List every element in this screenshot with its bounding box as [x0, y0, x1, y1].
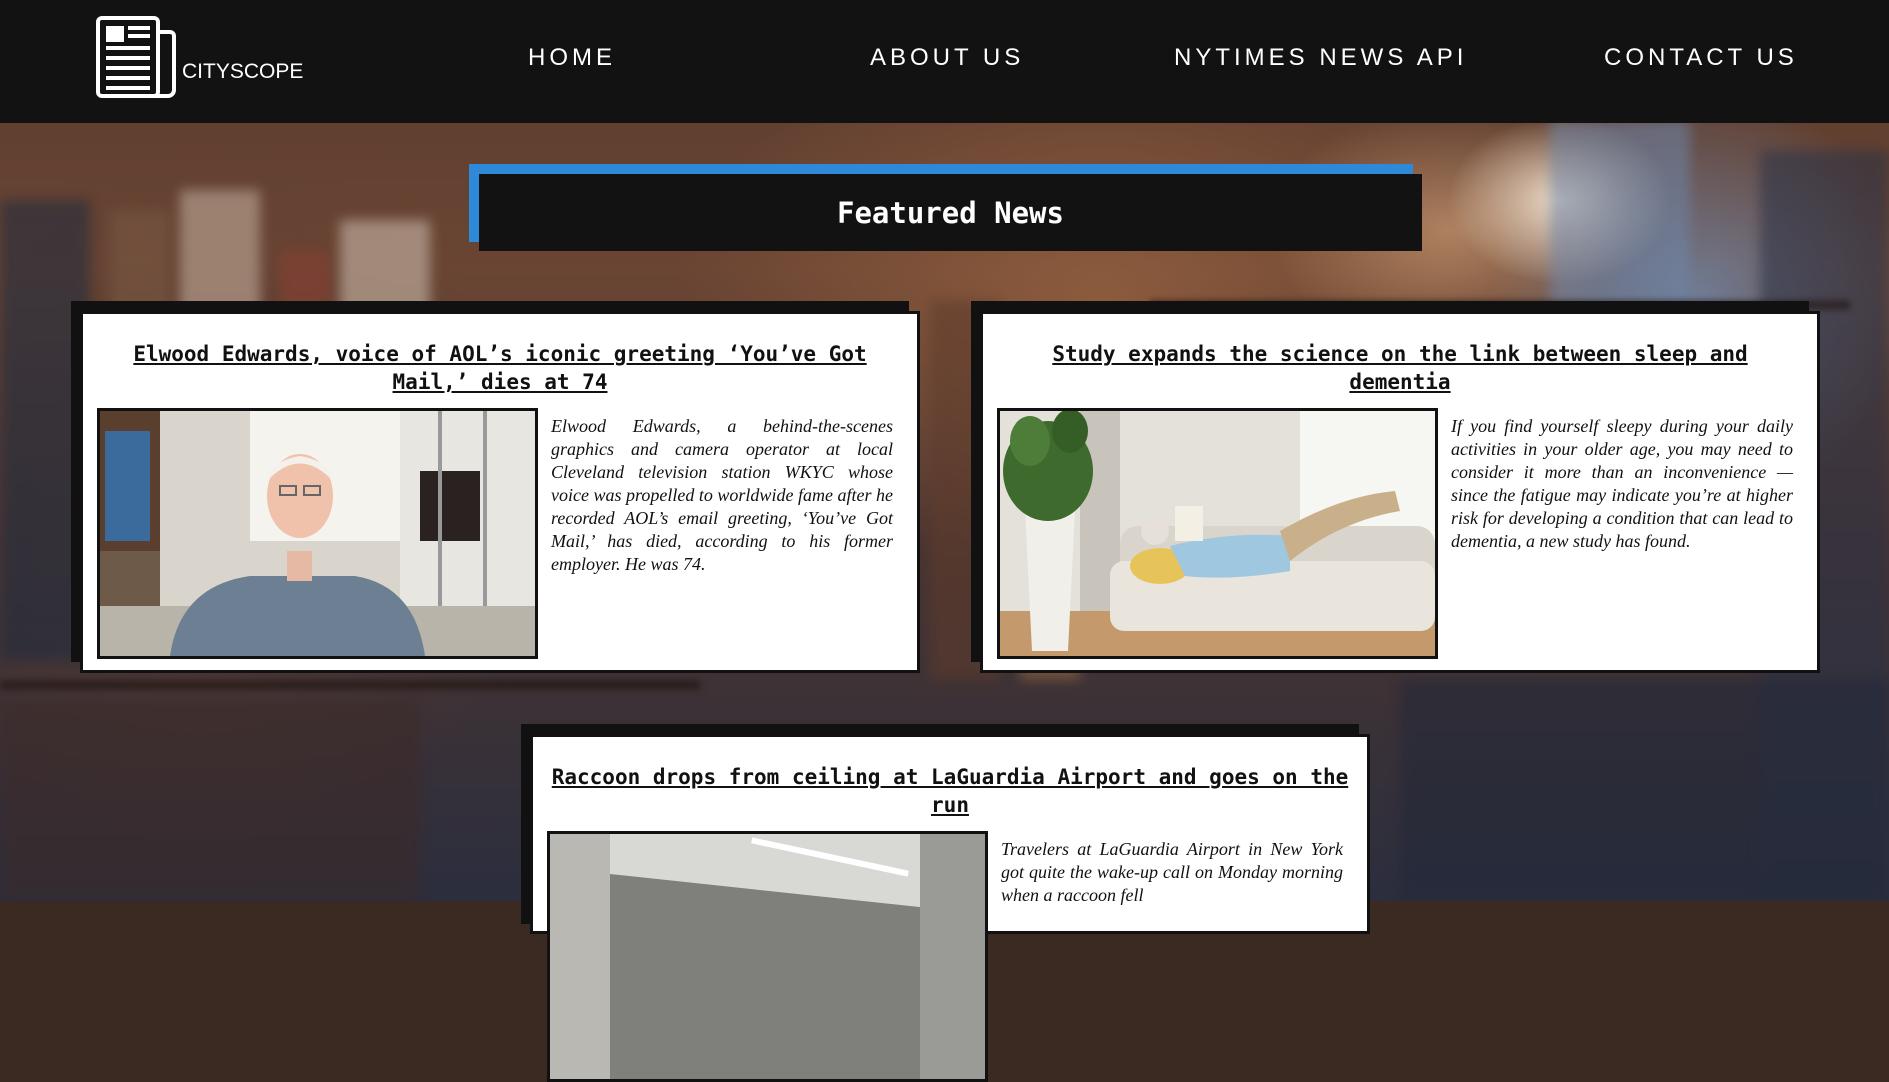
news-card-image[interactable] [997, 408, 1438, 659]
news-card-title[interactable]: Raccoon drops from ceiling at LaGuardia … [547, 763, 1353, 819]
news-card-2[interactable]: Study expands the science on the link be… [980, 311, 1820, 673]
airport-ceiling-photo [550, 834, 985, 1079]
featured-title: Featured News [837, 195, 1064, 230]
brand-logo[interactable]: CITYSCOPE [96, 16, 303, 100]
news-card-summary: If you find yourself sleepy during your … [1451, 416, 1793, 551]
featured-banner: Featured News [479, 174, 1422, 251]
news-card-3[interactable]: Raccoon drops from ceiling at LaGuardia … [530, 734, 1370, 1082]
news-card-1[interactable]: Elwood Edwards, voice of AOL’s iconic gr… [80, 311, 920, 673]
nav-about-us[interactable]: ABOUT US [870, 44, 1024, 72]
news-card-summary: Elwood Edwards, a behind-the-scenes grap… [551, 416, 893, 574]
brand-name: CITYSCOPE [182, 60, 304, 83]
nav-home[interactable]: HOME [528, 44, 616, 72]
nav-nytimes-news-api[interactable]: NYTIMES NEWS API [1174, 44, 1467, 72]
news-card-image[interactable] [97, 408, 538, 659]
nav-contact-us[interactable]: CONTACT US [1604, 44, 1798, 72]
elwood-photo [100, 411, 535, 656]
news-card-title[interactable]: Study expands the science on the link be… [997, 340, 1803, 396]
sleeping-man-photo [1000, 411, 1435, 656]
newspaper-icon [96, 16, 176, 98]
news-card-image[interactable] [547, 831, 988, 1082]
news-card-title[interactable]: Elwood Edwards, voice of AOL’s iconic gr… [97, 340, 903, 396]
news-card-summary: Travelers at LaGuardia Airport in New Yo… [1001, 839, 1343, 905]
site-header: CITYSCOPE HOME ABOUT US NYTIMES NEWS API… [0, 0, 1889, 123]
